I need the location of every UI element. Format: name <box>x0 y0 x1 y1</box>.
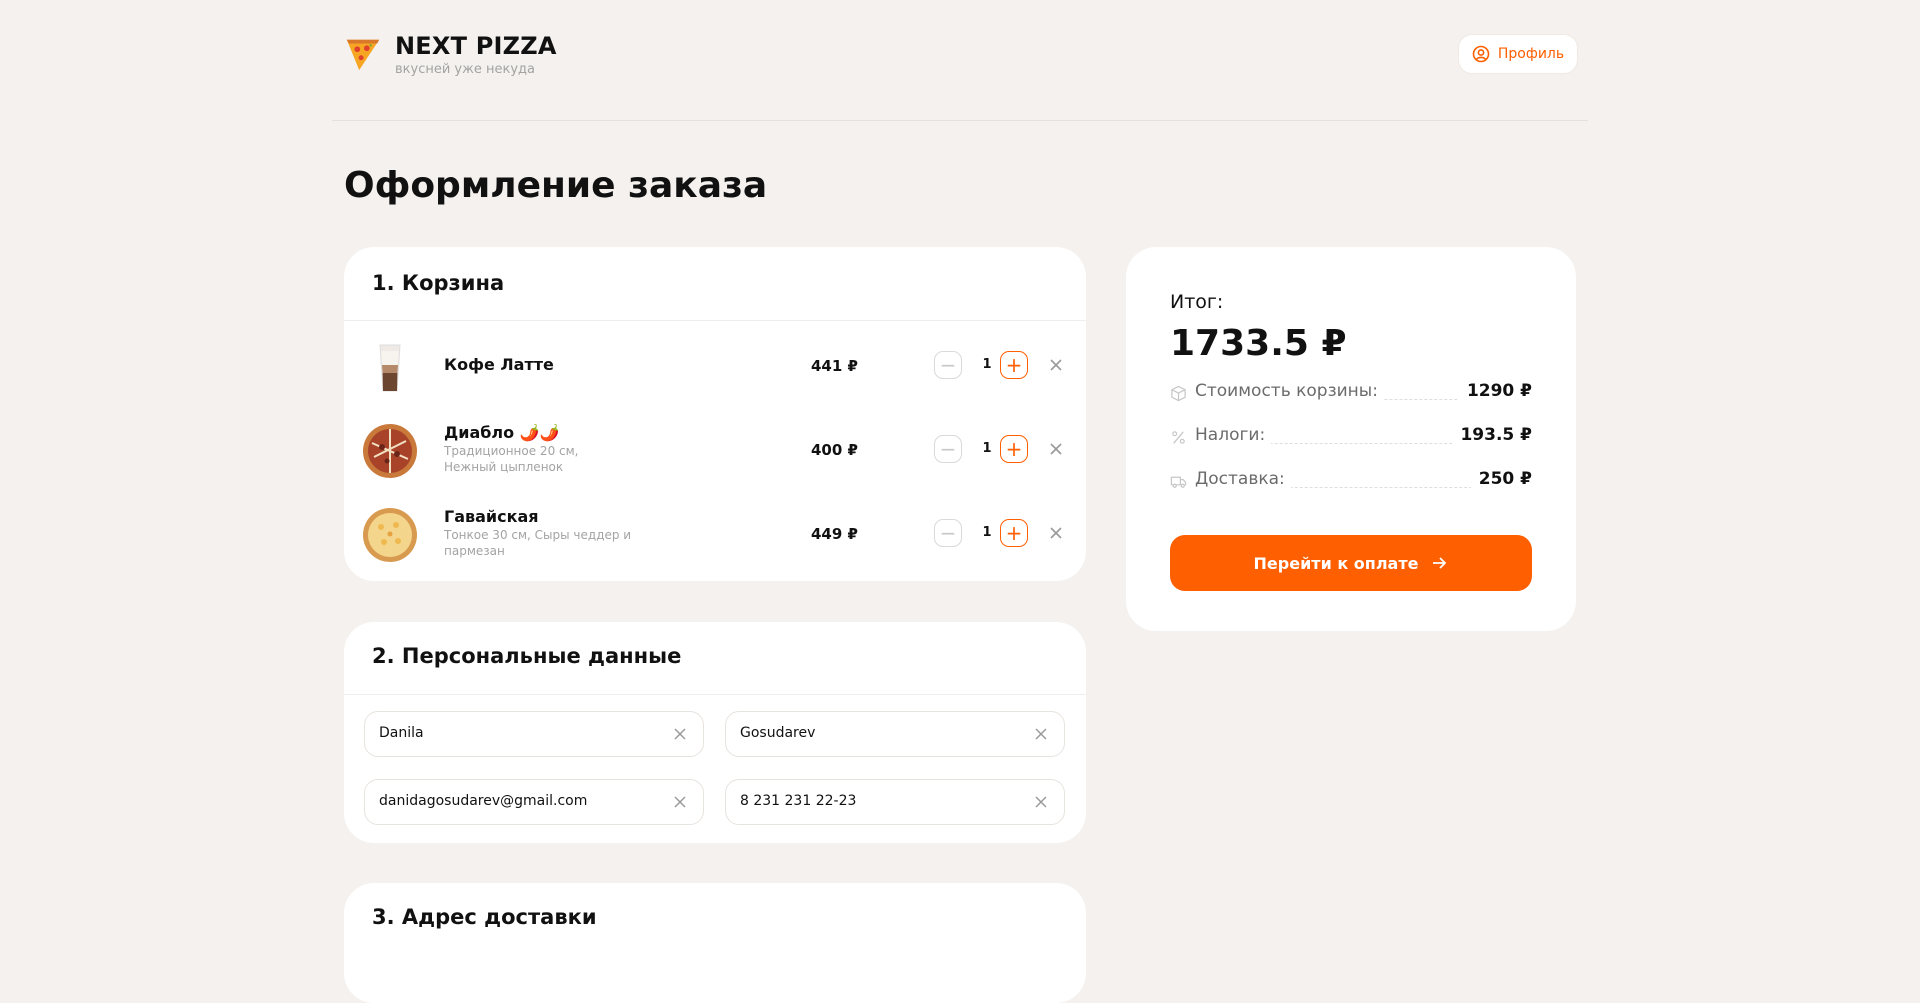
summary-row-label: Налоги: <box>1195 425 1272 445</box>
increase-button[interactable]: + <box>1000 519 1028 547</box>
quantity-stepper: − 1 + <box>934 519 1028 549</box>
increase-button[interactable]: + <box>1000 435 1028 463</box>
cart-divider <box>344 320 1086 321</box>
remove-item-icon[interactable] <box>1048 525 1064 541</box>
go-to-payment-button[interactable]: Перейти к оплате <box>1170 535 1532 591</box>
diablo-pizza-image <box>363 424 417 478</box>
quantity-value: 1 <box>982 441 992 456</box>
clear-input-icon[interactable] <box>1034 795 1048 809</box>
clear-input-icon[interactable] <box>1034 727 1048 741</box>
pizza-logo-icon[interactable] <box>344 34 382 72</box>
quantity-value: 1 <box>982 525 992 540</box>
email-field <box>364 779 704 825</box>
clear-input-icon[interactable] <box>673 795 687 809</box>
summary-row-delivery: Доставка: 250 ₽ <box>1170 469 1532 493</box>
decrease-button[interactable]: − <box>934 435 962 463</box>
cart-item-description: Традиционное 20 см, Нежный цыпленок <box>444 444 579 474</box>
first-name-input[interactable] <box>377 724 651 742</box>
cart-title: 1. Корзина <box>372 271 505 295</box>
last-name-input[interactable] <box>738 724 1012 742</box>
header: NEXT PIZZA вкусней уже некуда Профиль <box>332 0 1588 121</box>
percent-icon <box>1172 431 1185 444</box>
latte-image <box>379 344 401 392</box>
remove-item-icon[interactable] <box>1048 357 1064 373</box>
decrease-button[interactable]: − <box>934 519 962 547</box>
summary-row-value: 193.5 ₽ <box>1452 425 1532 445</box>
clear-input-icon[interactable] <box>673 727 687 741</box>
cart-item-price: 441 ₽ <box>811 357 858 375</box>
cart-item-hawaiian: Гавайская Тонкое 30 см, Сыры чеддер и па… <box>344 499 1086 571</box>
phone-field <box>725 779 1065 825</box>
address-card: 3. Адрес доставки <box>344 883 1086 1003</box>
hawaiian-pizza-image <box>363 508 417 562</box>
summary-row-cart: Стоимость корзины: 1290 ₽ <box>1170 381 1532 405</box>
pay-button-label: Перейти к оплате <box>1253 553 1419 573</box>
email-input[interactable] <box>377 792 651 810</box>
brand-title[interactable]: NEXT PIZZA <box>395 32 557 60</box>
personal-data-title: 2. Персональные данные <box>372 644 682 668</box>
cart-item-diablo: Диабло 🌶️🌶️ Традиционное 20 см, Нежный ц… <box>344 415 1086 487</box>
summary-row-value: 1290 ₽ <box>1458 381 1532 401</box>
arrow-right-icon <box>1433 557 1447 569</box>
page-title: Оформление заказа <box>344 165 768 206</box>
quantity-stepper: − 1 + <box>934 351 1028 381</box>
last-name-field <box>725 711 1065 757</box>
summary-card: Итог: 1733.5 ₽ Стоимость корзины: 1290 ₽… <box>1126 247 1576 631</box>
user-circle-icon <box>1472 45 1490 63</box>
profile-button[interactable]: Профиль <box>1458 34 1578 74</box>
summary-row-taxes: Налоги: 193.5 ₽ <box>1170 425 1532 449</box>
quantity-value: 1 <box>982 357 992 372</box>
quantity-stepper: − 1 + <box>934 435 1028 465</box>
profile-label: Профиль <box>1497 46 1565 62</box>
summary-label: Итог: <box>1170 291 1224 313</box>
phone-input[interactable] <box>738 792 1012 810</box>
summary-row-label: Стоимость корзины: <box>1195 381 1384 401</box>
cart-item-name: Кофе Латте <box>444 355 554 374</box>
personal-divider <box>344 694 1086 695</box>
remove-item-icon[interactable] <box>1048 441 1064 457</box>
address-title: 3. Адрес доставки <box>372 905 597 929</box>
cart-item-price: 449 ₽ <box>811 525 858 543</box>
personal-data-card: 2. Персональные данные <box>344 622 1086 843</box>
cart-item-name: Гавайская <box>444 507 539 526</box>
summary-total: 1733.5 ₽ <box>1170 323 1347 364</box>
truck-icon <box>1170 476 1187 488</box>
cart-item-description: Тонкое 30 см, Сыры чеддер и пармезан <box>444 528 632 558</box>
increase-button[interactable]: + <box>1000 351 1028 379</box>
summary-row-label: Доставка: <box>1195 469 1291 489</box>
cart-item-latte: Кофе Латте 441 ₽ − 1 + <box>344 331 1086 403</box>
package-icon <box>1171 385 1186 402</box>
brand-subtitle: вкусней уже некуда <box>395 62 535 77</box>
decrease-button[interactable]: − <box>934 351 962 379</box>
summary-row-value: 250 ₽ <box>1470 469 1532 489</box>
cart-item-price: 400 ₽ <box>811 441 858 459</box>
cart-card: 1. Корзина Кофе Латте 441 ₽ − 1 + Диабло… <box>344 247 1086 581</box>
first-name-field <box>364 711 704 757</box>
cart-item-name: Диабло 🌶️🌶️ <box>444 423 560 442</box>
